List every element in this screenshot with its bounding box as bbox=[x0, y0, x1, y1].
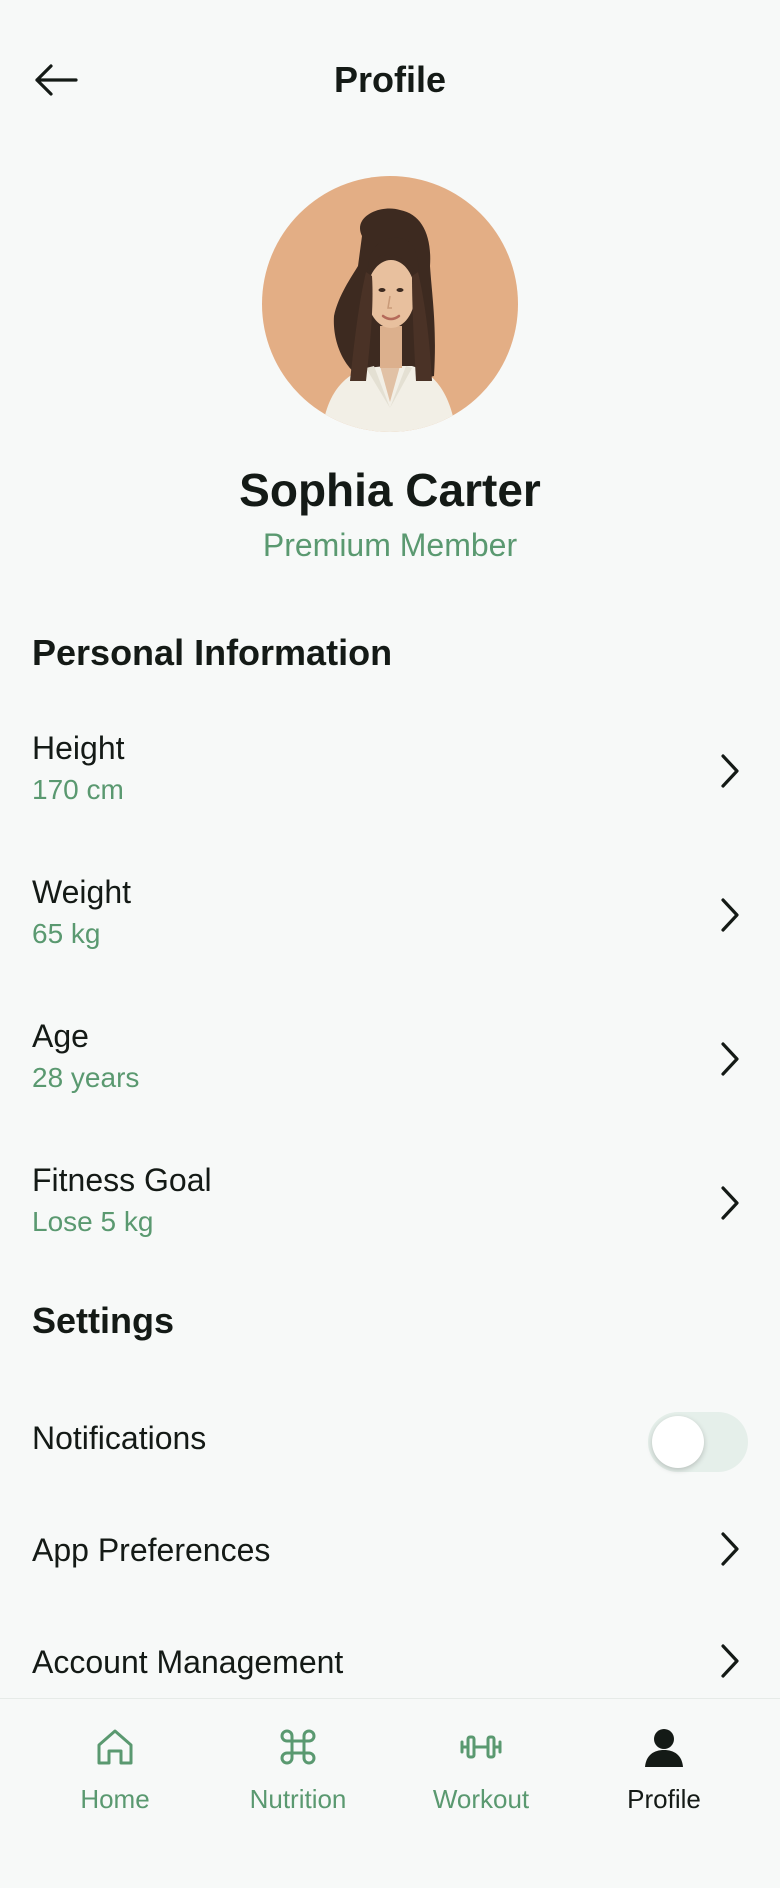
top-bar: Profile bbox=[0, 0, 780, 160]
nav-label: Nutrition bbox=[249, 1784, 347, 1814]
settings-item-app-preferences[interactable]: App Preferences bbox=[0, 1500, 780, 1600]
chevron-right-icon bbox=[721, 754, 739, 788]
command-icon bbox=[280, 1729, 316, 1765]
dumbbell-icon bbox=[460, 1735, 502, 1759]
profile-portrait bbox=[322, 208, 456, 432]
chevron-right-icon bbox=[721, 1644, 739, 1678]
personal-item-value: Lose 5 kg bbox=[32, 1206, 154, 1237]
personal-item-value: 170 cm bbox=[32, 774, 124, 805]
settings-item-notifications: Notifications bbox=[0, 1388, 780, 1488]
toggle-knob bbox=[652, 1416, 704, 1468]
user-name: Sophia Carter bbox=[239, 464, 541, 516]
notifications-toggle[interactable] bbox=[648, 1412, 748, 1472]
nav-label: Home bbox=[80, 1784, 150, 1814]
user-icon bbox=[645, 1729, 683, 1767]
chevron-right-icon bbox=[721, 1186, 739, 1220]
personal-item-age[interactable]: Age 28 years bbox=[0, 1000, 780, 1120]
personal-item-height[interactable]: Height 170 cm bbox=[0, 712, 780, 832]
page-title: Profile bbox=[333, 59, 447, 100]
nav-label: Workout bbox=[432, 1784, 530, 1814]
personal-item-label: Fitness Goal bbox=[32, 1162, 212, 1198]
personal-item-value: 28 years bbox=[32, 1062, 140, 1093]
home-icon bbox=[97, 1729, 133, 1765]
personal-item-label: Age bbox=[32, 1018, 89, 1054]
section-title-personal-information: Personal Information bbox=[32, 632, 393, 673]
avatar bbox=[262, 176, 518, 432]
profile-screen: Profile Sophia Carter Premium Member Per… bbox=[0, 0, 780, 1888]
bottom-navigation: Home Nutrition Workout Profile bbox=[0, 1698, 780, 1888]
settings-item-account-management[interactable]: Account Management bbox=[0, 1612, 780, 1712]
personal-item-value: 65 kg bbox=[32, 918, 101, 949]
personal-item-label: Weight bbox=[32, 874, 132, 910]
personal-item-weight[interactable]: Weight 65 kg bbox=[0, 856, 780, 976]
notifications-label: Notifications bbox=[32, 1420, 207, 1456]
chevron-right-icon bbox=[721, 1042, 739, 1076]
nav-item-home[interactable]: Home bbox=[30, 1725, 200, 1835]
chevron-right-icon bbox=[721, 1532, 739, 1566]
membership-label: Premium Member bbox=[262, 527, 518, 563]
section-title-settings: Settings bbox=[32, 1300, 175, 1341]
nav-label: Profile bbox=[627, 1784, 701, 1814]
app-preferences-label: App Preferences bbox=[32, 1532, 271, 1568]
personal-item-fitness-goal[interactable]: Fitness Goal Lose 5 kg bbox=[0, 1144, 780, 1264]
nav-item-workout[interactable]: Workout bbox=[396, 1725, 566, 1835]
chevron-right-icon bbox=[721, 898, 739, 932]
account-management-label: Account Management bbox=[32, 1644, 344, 1680]
nav-item-profile[interactable]: Profile bbox=[579, 1725, 749, 1835]
nav-item-nutrition[interactable]: Nutrition bbox=[213, 1725, 383, 1835]
personal-item-label: Height bbox=[32, 730, 125, 766]
